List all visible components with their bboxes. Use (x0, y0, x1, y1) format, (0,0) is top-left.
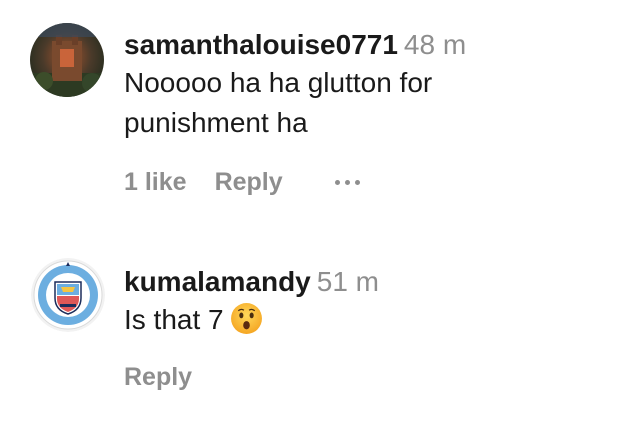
timestamp: 51 m (316, 266, 379, 297)
avatar[interactable] (30, 23, 104, 97)
ellipsis-icon[interactable] (334, 169, 360, 197)
comment-actions: Reply (124, 363, 192, 392)
likes-count[interactable]: 1 like (124, 168, 187, 197)
comment-text-line: punishment ha (124, 107, 308, 138)
username[interactable]: samanthalouise0771 (124, 29, 398, 60)
comment-body: samanthalouise0771 48 m Nooooo ha ha glut… (124, 27, 466, 143)
comment-item: kumalamandy 51 m Is that 7 Reply (0, 240, 634, 435)
comment-body: kumalamandy 51 m Is that 7 (124, 264, 379, 340)
comments-list: samanthalouise0771 48 m Nooooo ha ha glut… (0, 0, 634, 435)
timestamp: 48 m (403, 29, 467, 60)
reply-button[interactable]: Reply (124, 363, 192, 392)
avatar[interactable] (31, 258, 105, 332)
astonished-face-icon (230, 303, 262, 334)
comment-actions: 1 like Reply (124, 168, 360, 197)
comment-header: kumalamandy 51 m (124, 264, 379, 300)
comment-text: Is that 7 (124, 304, 224, 335)
comment-text-line: Is that 7 (124, 300, 379, 340)
manchester-city-crest-icon (31, 258, 105, 332)
comment-text-line: Nooooo ha ha glutton for (124, 67, 433, 98)
username[interactable]: kumalamandy (124, 266, 311, 297)
comment-header: samanthalouise0771 48 m (124, 27, 466, 63)
profile-photo-icon (30, 23, 104, 97)
reply-button[interactable]: Reply (215, 168, 283, 197)
comment-item: samanthalouise0771 48 m Nooooo ha ha glut… (0, 0, 634, 220)
